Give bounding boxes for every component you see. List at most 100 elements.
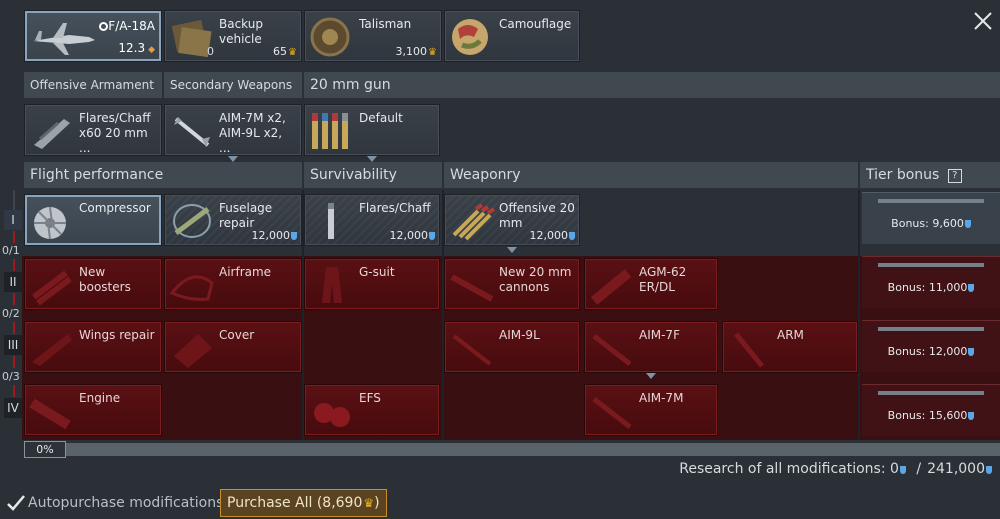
- talisman-slot[interactable]: Talisman 3,100♛: [304, 10, 442, 62]
- vehicle-rank: 12.3 ◆: [118, 41, 155, 55]
- tier-label-1: I: [4, 210, 22, 230]
- mod-compressor-label: Compressor: [79, 201, 151, 215]
- offensive-armament-header: Offensive Armament: [24, 72, 162, 98]
- mod-airframe[interactable]: Airframe: [164, 258, 302, 310]
- mod-wings-repair[interactable]: Wings repair: [24, 321, 162, 373]
- mod-cover-label: Cover: [219, 328, 255, 342]
- flare-canister-icon: [328, 203, 334, 239]
- research-points-icon: [899, 466, 906, 474]
- mod-offensive-20mm-label: Offensive 20 mm: [499, 201, 575, 230]
- mod-aim-7f-label: AIM-7F: [639, 328, 680, 342]
- tier-fraction-2: 0/2: [2, 307, 20, 320]
- tier-progress-line: [13, 231, 15, 243]
- mod-new-20mm-cannons[interactable]: New 20 mm cannons: [444, 258, 580, 310]
- mod-aim-9l[interactable]: AIM-9L: [444, 321, 580, 373]
- vehicle-slot[interactable]: F/A-18A 12.3 ◆: [24, 10, 162, 62]
- mod-offensive-20mm[interactable]: Offensive 20 mm 12,000: [444, 194, 580, 246]
- mod-arm-label: ARM: [777, 328, 804, 342]
- engine-icon: [29, 398, 71, 430]
- backup-vehicle-slot[interactable]: Backup vehicle 0 65♛: [164, 10, 302, 62]
- mod-fuselage-label: Fuselage repair: [219, 201, 273, 230]
- close-icon: [974, 12, 992, 30]
- mod-fuselage-repair[interactable]: Fuselage repair 12,000: [164, 194, 302, 246]
- compressor-icon: [34, 206, 66, 240]
- mod-new-20mm-label: New 20 mm cannons: [499, 265, 572, 294]
- research-points-icon: [429, 232, 435, 240]
- secondary-weapons-slot[interactable]: AIM-7M x2, AIM-9L x2, ...: [164, 104, 302, 156]
- purchase-all-button[interactable]: Purchase All (8,690♛): [220, 489, 387, 517]
- bonus-text: Bonus: 11,000: [862, 281, 1000, 294]
- secondary-weapons-header: Secondary Weapons: [164, 72, 302, 98]
- guided-bomb-icon: [590, 269, 632, 305]
- gun-ammo-slot[interactable]: Default: [304, 104, 440, 156]
- airframe-icon: [169, 275, 214, 301]
- research-progress-label: 0%: [24, 441, 66, 458]
- mod-arm[interactable]: ARM: [722, 321, 858, 373]
- tier-bonus-header: Tier bonus ?: [860, 162, 1000, 188]
- column-divider: [858, 190, 860, 440]
- mod-new-boosters[interactable]: New boosters: [24, 258, 162, 310]
- dependency-arrow-icon: [507, 247, 517, 253]
- mod-airframe-label: Airframe: [219, 265, 272, 279]
- bonus-progress-bar: [878, 263, 984, 267]
- bonus-text: Bonus: 15,600: [862, 409, 1000, 422]
- secondary-weapons-label: AIM-7M x2, AIM-9L x2, ...: [219, 111, 286, 155]
- bonus-text: Bonus: 9,600: [862, 217, 1000, 230]
- ammo-belt-icon: [312, 113, 348, 149]
- mod-agm-62[interactable]: AGM-62 ER/DL: [584, 258, 718, 310]
- camouflage-slot[interactable]: Camouflage: [444, 10, 580, 62]
- mod-compressor[interactable]: Compressor: [24, 194, 162, 246]
- research-total: Research of all modifications: 0 /241,00…: [679, 461, 992, 477]
- research-points-icon: [968, 284, 975, 292]
- rank-diamond-icon: ◆: [148, 45, 155, 55]
- autopurchase-label: Autopurchase modifications: [28, 495, 224, 511]
- dependency-arrow-icon: [646, 373, 656, 379]
- tier-label-3: III: [4, 335, 22, 355]
- gun-pod-icon: [34, 119, 70, 149]
- mod-wings-repair-label: Wings repair: [79, 328, 155, 342]
- mod-g-suit[interactable]: G-suit: [304, 258, 440, 310]
- research-points-icon: [291, 232, 297, 240]
- tier-progress-line: [13, 322, 15, 334]
- research-points-icon: [569, 232, 575, 240]
- mod-new-boosters-label: New boosters: [79, 265, 131, 294]
- research-points-icon: [968, 412, 975, 420]
- gun-header: 20 mm gun: [304, 72, 1000, 98]
- fuselage-icon: [173, 204, 211, 238]
- target-icon: [99, 22, 109, 31]
- g-suit-icon: [322, 267, 342, 303]
- mod-efs[interactable]: EFS: [304, 384, 440, 436]
- tier-fraction-1: 0/1: [2, 244, 20, 257]
- mod-flares-cost: 12,000: [390, 229, 435, 242]
- missile-icon: [452, 334, 492, 366]
- bonus-progress-bar: [878, 391, 984, 395]
- mod-engine[interactable]: Engine: [24, 384, 162, 436]
- mod-aim-7f[interactable]: AIM-7F: [584, 321, 718, 373]
- flight-performance-header: Flight performance: [24, 162, 302, 188]
- autopurchase-checkbox[interactable]: Autopurchase modifications: [6, 492, 223, 514]
- mod-aim-7m[interactable]: AIM-7M: [584, 384, 718, 436]
- cannon-icon: [450, 274, 494, 302]
- offensive-armament-slot[interactable]: Flares/Chaff x60 20 mm ...: [24, 104, 162, 156]
- mod-flares-label: Flares/Chaff: [359, 201, 431, 215]
- jet-icon: [33, 23, 95, 55]
- tier-bonus-4: Bonus: 15,600: [862, 384, 1000, 436]
- gun-shells-icon: [452, 203, 496, 241]
- gun-ammo-label: Default: [359, 111, 403, 125]
- mod-flares-chaff[interactable]: Flares/Chaff 12,000: [304, 194, 440, 246]
- bonus-progress-bar: [878, 199, 984, 203]
- talisman-cost: 3,100♛: [395, 45, 437, 58]
- boosters-icon: [32, 270, 72, 306]
- close-button[interactable]: [974, 12, 992, 30]
- mod-g-suit-label: G-suit: [359, 265, 395, 279]
- tier-progress-line: [13, 385, 15, 397]
- mod-aim-7m-label: AIM-7M: [639, 391, 684, 405]
- missile-icon: [592, 397, 632, 429]
- missile-icon: [174, 117, 210, 147]
- help-icon[interactable]: ?: [947, 169, 962, 183]
- tier-progress-line: [13, 259, 15, 271]
- tier-bonus-1: Bonus: 9,600: [862, 192, 1000, 244]
- cover-icon: [174, 334, 212, 368]
- mod-cover[interactable]: Cover: [164, 321, 302, 373]
- tier-progress-line: [13, 356, 15, 368]
